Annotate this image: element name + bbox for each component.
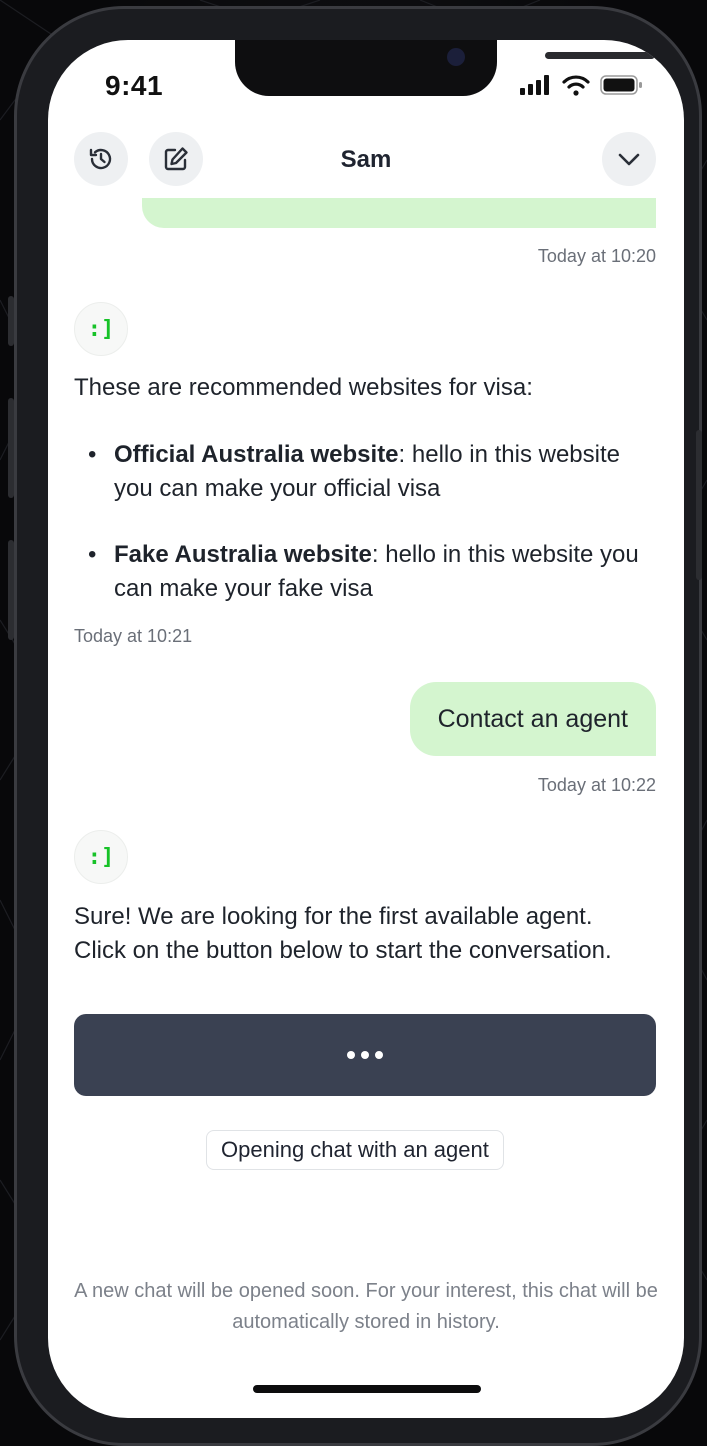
timestamp: Today at 10:21: [74, 626, 193, 646]
list-item-title: Official Australia website: [114, 441, 399, 468]
status-time: 9:41: [105, 70, 164, 101]
list-item: Official Australia website: hello in thi…: [74, 438, 664, 506]
bot-avatar: :]: [74, 302, 128, 356]
timestamp: Today at 10:20: [537, 246, 656, 266]
earpiece: [545, 52, 655, 59]
user-message-bubble: Contact an agent: [409, 682, 656, 756]
previous-user-bubble: [142, 198, 656, 228]
volume-up-button: [8, 398, 14, 498]
power-button: [696, 430, 702, 580]
chat-header: Sam: [48, 130, 684, 190]
list-item-title: Fake Australia website: [114, 541, 372, 568]
signal-icon: [520, 75, 549, 95]
status-chip: Opening chat with an agent: [206, 1130, 504, 1170]
front-camera: [447, 48, 465, 66]
list-item: Fake Australia website: hello in this we…: [74, 538, 664, 606]
device-stage: 9:41 Sam Today at 10:20:] These are rec…: [0, 0, 707, 1446]
footer-note: A new chat will be opened soon. For your…: [74, 1280, 658, 1333]
volume-down-button: [8, 540, 14, 640]
bot-message-intro: These are recommended websites for visa:: [74, 374, 533, 401]
more-dots-icon: [347, 1051, 383, 1059]
chevron-down-icon: [618, 153, 640, 166]
start-conversation-button[interactable]: [74, 1014, 656, 1096]
website-list: Official Australia website: hello in thi…: [74, 438, 664, 606]
battery-icon: [600, 75, 642, 95]
bot-avatar: :]: [74, 830, 128, 884]
mute-switch: [8, 296, 14, 346]
phone-screen: 9:41 Sam Today at 10:20:] These are rec…: [48, 40, 684, 1418]
notch: [235, 40, 655, 96]
chat-title: Sam: [340, 146, 392, 173]
collapse-chat-button[interactable]: [602, 132, 656, 186]
wifi-icon: [562, 75, 590, 96]
timestamp: Today at 10:22: [537, 775, 656, 795]
home-indicator[interactable]: [253, 1385, 481, 1393]
bot-message-text: Sure! We are looking for the first avail…: [74, 903, 612, 964]
status-icons: [520, 74, 644, 96]
